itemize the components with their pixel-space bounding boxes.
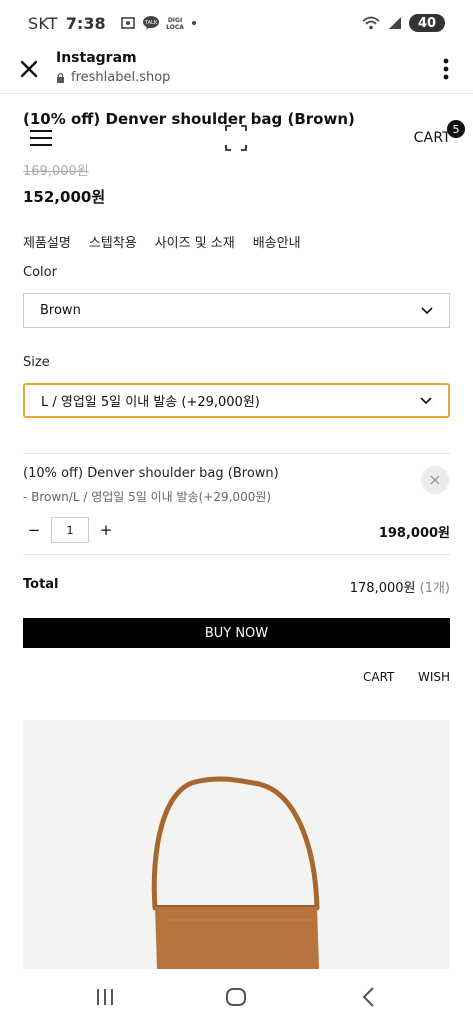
size-label: Size bbox=[23, 355, 50, 370]
cart-link-header[interactable]: CART bbox=[414, 130, 451, 146]
digi-loca-icon: DIGILOCA bbox=[166, 17, 184, 31]
sale-price: 152,000원 bbox=[23, 188, 106, 206]
product-title: (10% off) Denver shoulder bag (Brown) bbox=[23, 110, 355, 128]
color-select-value: Brown bbox=[40, 303, 81, 318]
product-tabs: 제품설명 스텝착용 사이즈 및 소재 배송안내 bbox=[23, 232, 301, 251]
cart-count-badge: 5 bbox=[447, 120, 465, 138]
battery-icon: 40 bbox=[409, 14, 445, 32]
total-value: 178,000원 bbox=[349, 581, 416, 596]
lock-icon bbox=[57, 72, 64, 83]
buy-now-button[interactable]: BUY NOW bbox=[23, 618, 450, 648]
browser-bar: Instagram freshlabel.shop bbox=[0, 46, 473, 94]
tab-size-material[interactable]: 사이즈 및 소재 bbox=[155, 232, 235, 251]
total-price: 178,000원 (1개) bbox=[350, 577, 450, 596]
total-count: (1개) bbox=[419, 581, 450, 596]
status-bar: SKT 7:38 TALK DIGI LOCA 40 bbox=[0, 0, 473, 46]
decrease-quantity-button[interactable]: − bbox=[23, 517, 45, 543]
wishlist-link[interactable]: WISH bbox=[418, 670, 450, 684]
tab-shipping[interactable]: 배송안내 bbox=[253, 232, 301, 251]
status-right: 40 bbox=[361, 14, 445, 32]
browser-title: Instagram bbox=[56, 50, 137, 66]
battery-level: 40 bbox=[417, 15, 437, 31]
color-select[interactable]: Brown bbox=[23, 293, 450, 328]
recent-apps-icon[interactable] bbox=[92, 984, 118, 1010]
svg-text:TALK: TALK bbox=[144, 20, 158, 26]
size-select[interactable]: L / 영업일 5일 이내 발송 (+29,000원) bbox=[23, 383, 450, 418]
talk-icon: TALK bbox=[142, 16, 159, 30]
total-label: Total bbox=[23, 577, 59, 592]
chevron-down-icon bbox=[421, 306, 433, 314]
quantity-input[interactable] bbox=[51, 517, 89, 543]
remove-item-button[interactable] bbox=[421, 466, 449, 494]
tab-staff-fit[interactable]: 스텝착용 bbox=[89, 232, 137, 251]
dot-icon bbox=[191, 21, 196, 25]
hamburger-menu-icon[interactable] bbox=[30, 130, 52, 146]
screenshot-icon bbox=[120, 17, 135, 29]
browser-url: freshlabel.shop bbox=[56, 70, 170, 85]
chevron-down-icon bbox=[420, 396, 432, 404]
system-nav-bar bbox=[0, 970, 473, 1024]
selected-item-name: (10% off) Denver shoulder bag (Brown) bbox=[23, 466, 279, 481]
wifi-icon bbox=[362, 16, 380, 30]
carrier-label: SKT bbox=[28, 13, 58, 33]
more-options-icon[interactable] bbox=[443, 58, 449, 80]
product-image bbox=[23, 720, 450, 969]
add-to-cart-link[interactable]: CART bbox=[363, 670, 394, 684]
size-select-value: L / 영업일 5일 이내 발송 (+29,000원) bbox=[41, 395, 260, 410]
logo-icon[interactable] bbox=[223, 124, 249, 152]
increase-quantity-button[interactable]: + bbox=[95, 517, 117, 543]
divider bbox=[23, 453, 450, 454]
back-icon[interactable] bbox=[356, 984, 382, 1010]
close-icon[interactable] bbox=[18, 58, 40, 80]
close-icon bbox=[430, 475, 440, 485]
quantity-stepper: − + bbox=[23, 517, 117, 543]
svg-text:LOCA: LOCA bbox=[166, 24, 184, 31]
original-price: 169,000원 bbox=[23, 164, 89, 179]
svg-text:DIGI: DIGI bbox=[167, 17, 181, 24]
home-icon[interactable] bbox=[223, 984, 249, 1010]
time-label: 7:38 bbox=[65, 13, 106, 33]
selected-item-option: - Brown/L / 영업일 5일 이내 발송(+29,000원) bbox=[23, 490, 272, 504]
url-text: freshlabel.shop bbox=[71, 70, 171, 85]
tab-description[interactable]: 제품설명 bbox=[23, 232, 71, 251]
bag-illustration bbox=[151, 776, 320, 969]
notification-icons: TALK DIGI LOCA bbox=[120, 15, 198, 31]
divider bbox=[23, 554, 450, 555]
signal-icon bbox=[389, 17, 401, 29]
color-label: Color bbox=[23, 265, 57, 280]
item-line-price: 198,000원 bbox=[378, 526, 450, 541]
status-left: SKT 7:38 TALK DIGI LOCA bbox=[28, 14, 198, 33]
